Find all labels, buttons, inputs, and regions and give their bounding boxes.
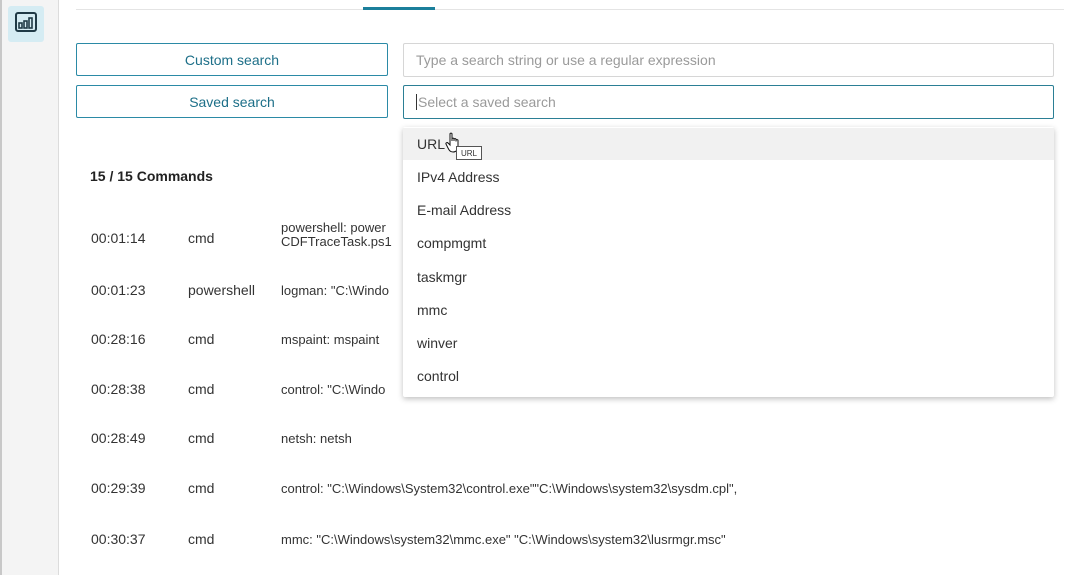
dropdown-option-compmgmt[interactable]: compmgmt (403, 227, 1054, 259)
row-command: control: "C:\Windows\System32\control.ex… (281, 481, 738, 496)
row-process: cmd (188, 331, 215, 347)
tab-bar-divider (76, 9, 1064, 10)
saved-search-button[interactable]: Saved search (76, 85, 388, 118)
commands-count: 15 / 15 Commands (90, 168, 213, 184)
row-command: powershell: power (281, 220, 386, 235)
table-row[interactable]: 00:29:39 cmd control: "C:\Windows\System… (76, 480, 1076, 500)
row-time: 00:28:16 (91, 331, 146, 347)
dashboard-rail-button[interactable] (8, 6, 44, 42)
row-time: 00:30:37 (91, 531, 146, 547)
row-process: cmd (188, 480, 215, 496)
row-time: 00:28:49 (91, 430, 146, 446)
dropdown-option-email[interactable]: E-mail Address (403, 194, 1054, 226)
chart-dashboard-icon (15, 11, 37, 37)
url-tooltip: URL (456, 146, 483, 160)
row-command: logman: "C:\Windo (281, 283, 389, 298)
row-time: 00:29:39 (91, 480, 146, 496)
dropdown-option-winver[interactable]: winver (403, 327, 1054, 359)
row-time: 00:01:23 (91, 282, 146, 298)
table-row[interactable]: 00:28:49 cmd netsh: netsh (76, 430, 1076, 450)
dropdown-option-control[interactable]: control (403, 360, 1054, 392)
search-placeholder: Type a search string or use a regular ex… (416, 52, 716, 68)
dropdown-option-taskmgr[interactable]: taskmgr (403, 261, 1054, 293)
custom-search-button[interactable]: Custom search (76, 43, 388, 76)
row-command: mspaint: mspaint (281, 332, 380, 347)
row-process: cmd (188, 230, 215, 246)
left-edge-border (0, 0, 2, 575)
row-process: powershell (188, 282, 255, 298)
active-tab-indicator (363, 7, 435, 10)
row-time: 00:01:14 (91, 230, 146, 246)
search-input[interactable]: Type a search string or use a regular ex… (403, 43, 1054, 77)
row-command: mmc: "C:\Windows\system32\mmc.exe" "C:\W… (281, 532, 726, 547)
dropdown-option-ipv4[interactable]: IPv4 Address (403, 161, 1054, 193)
row-time: 00:28:38 (91, 381, 146, 397)
row-process: cmd (188, 381, 215, 397)
row-command-continued: CDFTraceTask.ps1 (281, 234, 392, 249)
saved-search-select[interactable]: Select a saved search (403, 85, 1054, 119)
row-process: cmd (188, 430, 215, 446)
row-command: netsh: netsh (281, 431, 352, 446)
left-rail (0, 0, 59, 575)
table-row[interactable]: 00:30:37 cmd mmc: "C:\Windows\system32\m… (76, 531, 1076, 551)
text-caret (416, 94, 417, 110)
dropdown-option-mmc[interactable]: mmc (403, 294, 1054, 326)
saved-search-placeholder: Select a saved search (418, 94, 556, 110)
saved-search-dropdown: URL IPv4 Address E-mail Address compmgmt… (403, 127, 1054, 397)
dropdown-option-url[interactable]: URL (403, 128, 1054, 160)
row-process: cmd (188, 531, 215, 547)
row-command: control: "C:\Windo (281, 382, 386, 397)
